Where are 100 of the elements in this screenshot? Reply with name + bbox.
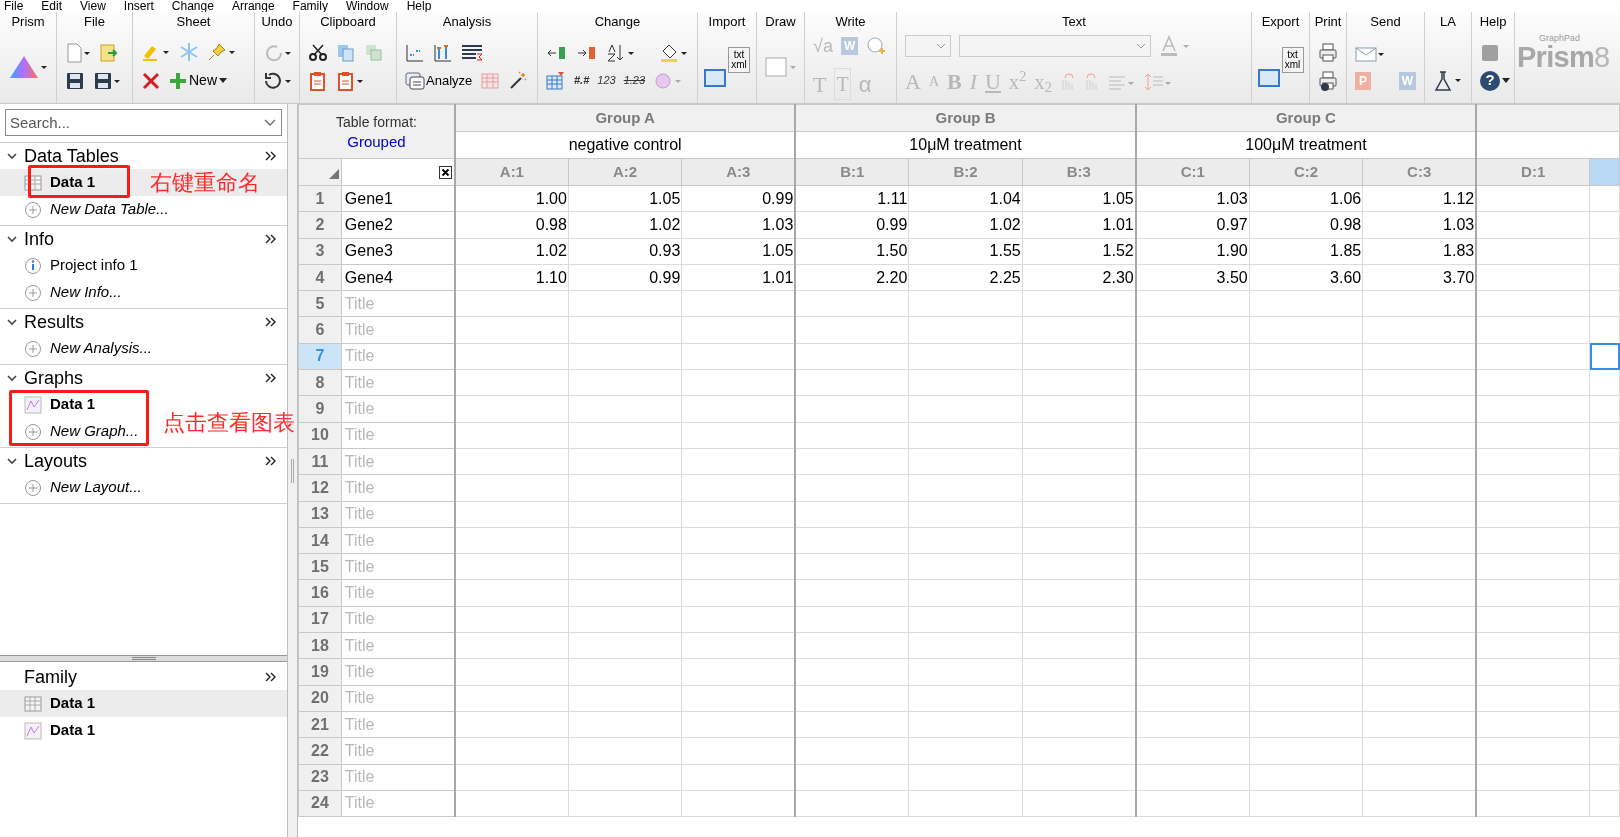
column-stats-icon[interactable] (405, 42, 425, 63)
chevron-down-icon[interactable] (264, 119, 276, 127)
table-cell[interactable]: 1.11 (795, 185, 909, 212)
row-number[interactable]: 9 (298, 395, 342, 423)
close-icon[interactable] (438, 166, 452, 180)
table-cell[interactable]: 3.50 (1135, 264, 1250, 291)
section-title[interactable]: Results (24, 308, 265, 336)
table-cell[interactable]: 0.99 (795, 211, 909, 239)
save-icon[interactable] (65, 70, 85, 91)
row-number[interactable]: 5 (298, 290, 342, 317)
tree-item[interactable]: New Graph... (24, 421, 139, 442)
new-document-icon[interactable] (65, 42, 91, 63)
panel-splitter[interactable] (0, 655, 287, 662)
add-icon[interactable] (24, 422, 42, 441)
menu-item[interactable]: Edit (41, 0, 63, 12)
row-number[interactable]: 3 (298, 238, 342, 265)
graph-icon[interactable] (24, 395, 42, 414)
tree-item[interactable]: New Data Table... (24, 199, 169, 220)
row-number[interactable]: 22 (298, 737, 342, 765)
add-icon[interactable] (24, 478, 42, 497)
add-icon[interactable] (24, 339, 42, 358)
t-test-icon[interactable] (433, 42, 453, 63)
table-cell[interactable]: 0.93 (568, 238, 682, 265)
row-number[interactable]: 19 (298, 658, 342, 686)
table-cell[interactable]: 2.25 (908, 264, 1023, 291)
menu-item[interactable]: Arrange (231, 0, 275, 12)
tree-item[interactable]: New Info... (24, 282, 122, 303)
double-chevron-icon[interactable] (265, 672, 277, 682)
section-title[interactable]: Graphs (24, 364, 265, 392)
table-cell[interactable]: 1.10 (454, 264, 569, 291)
row-number[interactable]: 15 (298, 553, 342, 580)
row-number[interactable]: 16 (298, 579, 342, 607)
flask-icon[interactable] (1433, 69, 1463, 92)
sort-icon[interactable] (606, 42, 636, 63)
add-icon[interactable] (24, 283, 42, 302)
menu-item[interactable]: File (4, 0, 24, 12)
decimal-format-button[interactable]: 123 (597, 72, 616, 89)
double-chevron-icon[interactable] (265, 151, 277, 161)
table-cell[interactable]: 1.55 (908, 238, 1023, 265)
row-number[interactable]: 13 (298, 501, 342, 528)
table-cell[interactable]: 1.00 (454, 185, 569, 212)
square-icon[interactable] (1480, 42, 1500, 63)
graph-icon[interactable] (24, 721, 42, 740)
double-chevron-icon[interactable] (265, 456, 277, 466)
row-number[interactable]: 23 (298, 764, 342, 791)
info-icon[interactable] (24, 256, 42, 275)
strikethrough-number-button[interactable]: 1.23 (623, 72, 646, 89)
double-chevron-icon[interactable] (265, 317, 277, 327)
search-field[interactable]: Search... (5, 109, 282, 136)
row-number[interactable]: 24 (298, 790, 342, 817)
row-number[interactable]: 21 (298, 711, 342, 738)
info-plus-icon[interactable] (866, 36, 887, 56)
number-format-button[interactable]: #.# (574, 72, 590, 89)
copy-icon[interactable] (336, 42, 356, 63)
row-number[interactable]: 17 (298, 606, 342, 633)
tree-item[interactable]: Data 1 (24, 720, 96, 741)
menu-item[interactable]: Family (292, 0, 328, 12)
table-cell[interactable]: 0.99 (568, 264, 682, 291)
row-number[interactable]: 20 (298, 685, 342, 712)
table-cell[interactable]: 1.04 (908, 185, 1023, 212)
printer-icon[interactable] (1318, 42, 1338, 63)
chevron-down-icon[interactable] (6, 233, 18, 245)
table-cell[interactable]: 1.03 (1135, 185, 1250, 212)
paint-bucket-icon[interactable] (659, 42, 689, 63)
new-button[interactable]: New (169, 70, 227, 91)
paste-icon[interactable] (308, 70, 328, 91)
table-cell[interactable]: 1.50 (795, 238, 909, 265)
row-number[interactable]: 18 (298, 632, 342, 659)
row-number[interactable]: 10 (298, 422, 342, 449)
tree-item[interactable]: New Analysis... (24, 338, 152, 359)
magic-wand-icon[interactable] (508, 70, 529, 91)
table-cell[interactable]: 0.97 (1135, 211, 1250, 239)
tree-item[interactable]: Data 1 (24, 693, 96, 714)
row-number[interactable]: 1 (298, 185, 342, 212)
table-cell[interactable]: 1.90 (1135, 238, 1250, 265)
corner-triangle-icon[interactable] (328, 168, 339, 179)
double-chevron-icon[interactable] (265, 373, 277, 383)
chevron-down-icon[interactable] (6, 372, 18, 384)
print-preview-icon[interactable] (1318, 70, 1338, 91)
table-format-link[interactable]: Grouped (299, 131, 454, 152)
chevron-down-icon[interactable] (6, 150, 18, 162)
section-title[interactable]: Layouts (24, 447, 265, 475)
pin-icon[interactable] (207, 42, 237, 62)
table-cell[interactable]: 1.02 (908, 211, 1023, 239)
row-number[interactable]: 12 (298, 474, 342, 502)
table-cell[interactable]: 1.02 (568, 211, 682, 239)
delete-icon[interactable] (141, 70, 161, 91)
analyze-button[interactable]: Analyze (405, 70, 473, 91)
table-cell[interactable]: 3.60 (1249, 264, 1363, 291)
table-icon[interactable] (24, 694, 42, 713)
row-number[interactable]: 4 (298, 264, 342, 291)
menu-item[interactable]: Help (406, 0, 432, 12)
tree-item[interactable]: Data 1 (24, 394, 96, 415)
color-sphere-icon[interactable] (653, 70, 684, 91)
chevron-down-icon[interactable] (6, 316, 18, 328)
menu-item[interactable]: Window (345, 0, 389, 12)
table-cell[interactable]: 1.06 (1249, 185, 1363, 212)
tree-item[interactable]: Data 1 (24, 172, 96, 193)
paste-special-icon[interactable] (336, 70, 364, 91)
line-spacing-icon[interactable] (1143, 71, 1172, 92)
